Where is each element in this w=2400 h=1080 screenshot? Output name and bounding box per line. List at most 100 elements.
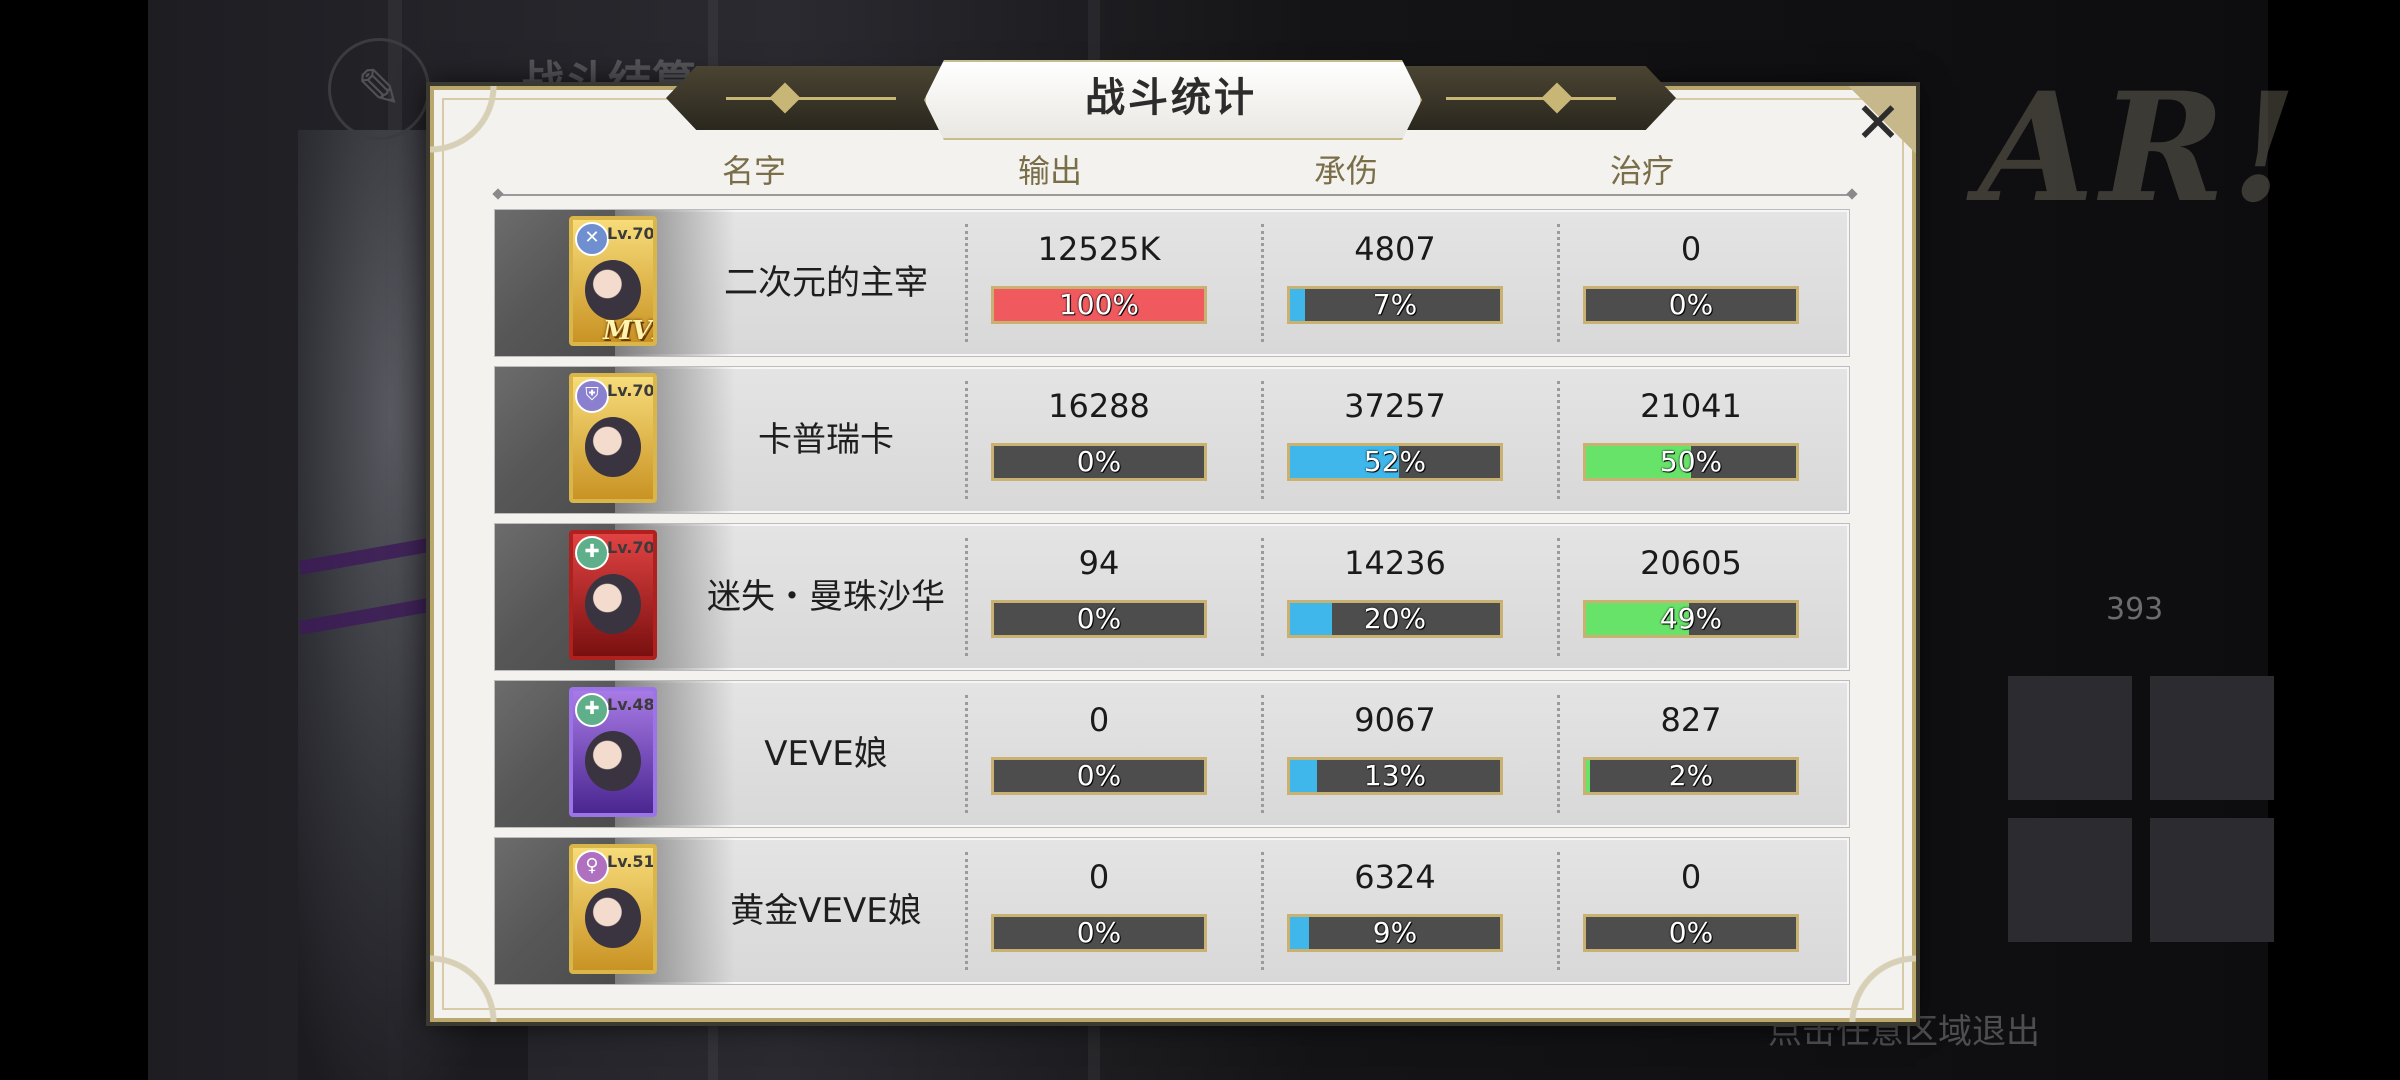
output-percent: 0% <box>1076 759 1122 792</box>
header-divider <box>498 194 1852 196</box>
damage-taken-value: 6324 <box>1354 858 1436 896</box>
output-value: 12525K <box>1037 230 1161 268</box>
output-value: 94 <box>1078 544 1120 582</box>
header-healing: 治疗 <box>1609 152 1674 190</box>
character-name: 迷失・曼珠沙华 <box>707 577 945 617</box>
victory-logo: AR! <box>1978 60 2303 236</box>
reward-slot <box>2008 818 2132 942</box>
stats-row[interactable]: ⛨ Lv.70 卡普瑞卡 16288 0% 37257 52% 21041 50% <box>494 366 1850 514</box>
cross-icon: ✚ <box>575 693 609 727</box>
title-banner: 战斗统计 <box>666 60 1676 140</box>
healing-cell: 21041 50% <box>1583 381 1799 499</box>
output-percent: 0% <box>1076 445 1122 478</box>
column-separator <box>1557 224 1560 342</box>
character-face <box>585 417 641 477</box>
damage-taken-bar: 9% <box>1287 914 1503 952</box>
character-face <box>585 888 641 948</box>
output-cell: 0 0% <box>991 852 1207 970</box>
healing-bar: 0% <box>1583 914 1799 952</box>
damage-taken-cell: 9067 13% <box>1287 695 1503 813</box>
column-separator <box>965 224 968 342</box>
title-ornament-line <box>1446 97 1616 100</box>
column-separator <box>1261 695 1264 813</box>
healing-bar: 49% <box>1583 600 1799 638</box>
battle-stats-dialog: 战斗统计 ✕ 名字 输出 承伤 治疗 ✕Lv.70MVP二次元的主宰12525K… <box>430 60 1916 1022</box>
output-bar: 0% <box>991 443 1207 481</box>
dialog-title: 战斗统计 <box>1085 75 1257 121</box>
character-face <box>585 731 641 791</box>
character-portrait[interactable]: ✕Lv.70 MVP <box>569 216 657 346</box>
output-cell: 12525K 100% <box>991 224 1207 342</box>
bow-icon: ✕ <box>575 222 609 256</box>
healing-value: 20605 <box>1640 544 1742 582</box>
character-level: Lv.51 <box>607 852 655 871</box>
character-name: 二次元的主宰 <box>724 263 928 303</box>
healing-percent: 0% <box>1668 916 1714 949</box>
stats-row[interactable]: ✚ Lv.70 迷失・曼珠沙华 94 0% 14236 20% 20605 49% <box>494 523 1850 671</box>
character-level: Lv.70 <box>607 381 655 400</box>
healing-cell: 827 2% <box>1583 695 1799 813</box>
output-value: 0 <box>1088 858 1110 896</box>
healing-percent: 49% <box>1659 602 1723 635</box>
mvp-badge: MVP <box>603 316 653 346</box>
damage-taken-bar: 52% <box>1287 443 1503 481</box>
header-name: 名字 <box>721 152 786 190</box>
healing-value: 0 <box>1680 858 1702 896</box>
column-separator <box>1557 381 1560 499</box>
stats-row[interactable]: ♀ Lv.51 黄金VEVE娘 0 0% 6324 9% 0 0% <box>494 837 1850 985</box>
staff-icon: ♀ <box>575 850 609 884</box>
reward-slot <box>2150 818 2274 942</box>
damage-taken-percent: 52% <box>1363 445 1427 478</box>
damage-taken-cell: 14236 20% <box>1287 538 1503 656</box>
healing-cell: 20605 49% <box>1583 538 1799 656</box>
healing-value: 21041 <box>1640 387 1742 425</box>
column-separator <box>965 852 968 970</box>
character-portrait[interactable]: ✚ Lv.48 <box>569 687 657 817</box>
side-number: 393 <box>2106 592 2164 627</box>
output-percent: 0% <box>1076 916 1122 949</box>
character-name: VEVE娘 <box>764 734 888 774</box>
healing-percent: 0% <box>1668 288 1714 321</box>
reward-slot <box>2008 676 2132 800</box>
stats-row[interactable]: ✕Lv.70 MVP 二次元的主宰 12525K 100% 4807 7% 0 0% <box>494 209 1850 357</box>
healing-value: 827 <box>1660 701 1722 739</box>
column-separator <box>1557 852 1560 970</box>
damage-taken-value: 37257 <box>1344 387 1446 425</box>
output-cell: 94 0% <box>991 538 1207 656</box>
output-percent: 0% <box>1076 602 1122 635</box>
output-value: 16288 <box>1048 387 1150 425</box>
output-bar: 100% <box>991 286 1207 324</box>
character-level: Lv.48 <box>607 695 655 714</box>
damage-taken-cell: 4807 7% <box>1287 224 1503 342</box>
column-separator <box>1261 224 1264 342</box>
column-separator <box>965 695 968 813</box>
header-output: 输出 <box>1017 152 1082 190</box>
character-portrait[interactable]: ✚ Lv.70 <box>569 530 657 660</box>
healing-value: 0 <box>1680 230 1702 268</box>
output-bar: 0% <box>991 757 1207 795</box>
output-bar: 0% <box>991 600 1207 638</box>
healing-cell: 0 0% <box>1583 224 1799 342</box>
cross-icon: ✚ <box>575 536 609 570</box>
character-portrait[interactable]: ⛨ Lv.70 <box>569 373 657 503</box>
character-portrait[interactable]: ♀ Lv.51 <box>569 844 657 974</box>
healing-percent: 2% <box>1668 759 1714 792</box>
output-percent: 100% <box>1058 288 1140 321</box>
character-name: 黄金VEVE娘 <box>730 891 922 931</box>
character-level: Lv.70 <box>607 538 655 557</box>
column-separator <box>1557 538 1560 656</box>
header-damage-taken: 承伤 <box>1313 152 1378 190</box>
damage-taken-bar: 7% <box>1287 286 1503 324</box>
notes-icon: ✎ <box>328 38 430 140</box>
close-button[interactable]: ✕ <box>1848 94 1908 154</box>
damage-taken-percent: 20% <box>1363 602 1427 635</box>
damage-taken-bar: 13% <box>1287 757 1503 795</box>
damage-taken-value: 4807 <box>1354 230 1436 268</box>
stats-row[interactable]: ✚ Lv.48 VEVE娘 0 0% 9067 13% 827 2% <box>494 680 1850 828</box>
damage-taken-value: 14236 <box>1344 544 1446 582</box>
character-level: Lv.70 <box>607 224 655 243</box>
reward-slot <box>2150 676 2274 800</box>
damage-taken-bar: 20% <box>1287 600 1503 638</box>
damage-taken-value: 9067 <box>1354 701 1436 739</box>
output-bar: 0% <box>991 914 1207 952</box>
